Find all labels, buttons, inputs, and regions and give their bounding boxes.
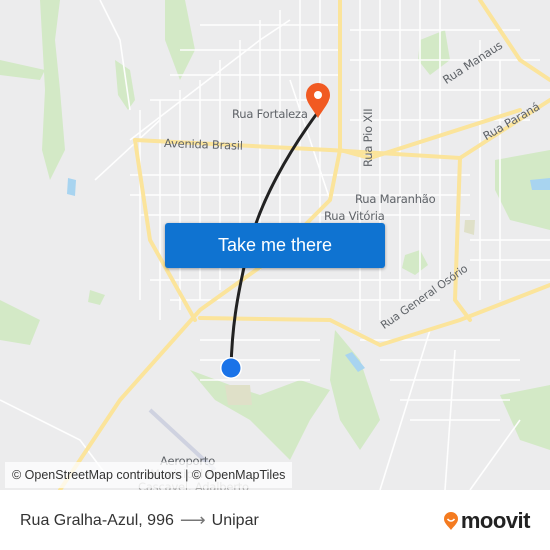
- street-label-rua-maranhao: Rua Maranhão: [355, 192, 436, 206]
- street-label-rua-vitoria: Rua Vitória: [324, 209, 385, 223]
- take-me-there-button[interactable]: Take me there: [165, 223, 385, 268]
- moovit-logo-text: moovit: [460, 508, 531, 533]
- arrow-right-icon: ⟶: [179, 510, 206, 530]
- map[interactable]: Rua Fortaleza Avenida Brasil Rua Pio XII…: [0, 0, 550, 490]
- route-summary: Rua Gralha-Azul, 996 ⟶ Unipar: [20, 510, 259, 531]
- street-label-rua-fortaleza: Rua Fortaleza: [232, 107, 308, 121]
- attribution-text: © OpenStreetMap contributors | © OpenMap…: [12, 468, 286, 482]
- moovit-pin-icon: [443, 512, 458, 530]
- destination-label: Unipar: [211, 511, 259, 529]
- origin-marker[interactable]: [221, 358, 241, 378]
- destination-pin-icon[interactable]: [306, 83, 330, 118]
- street-label-avenida-brasil: Avenida Brasil: [163, 136, 244, 153]
- street-label-rua-pio-xii: Rua Pio XII: [361, 108, 375, 168]
- origin-label: Rua Gralha-Azul, 996: [20, 511, 174, 529]
- map-attribution[interactable]: © OpenStreetMap contributors | © OpenMap…: [5, 462, 293, 488]
- moovit-logo[interactable]: moovit: [443, 508, 531, 534]
